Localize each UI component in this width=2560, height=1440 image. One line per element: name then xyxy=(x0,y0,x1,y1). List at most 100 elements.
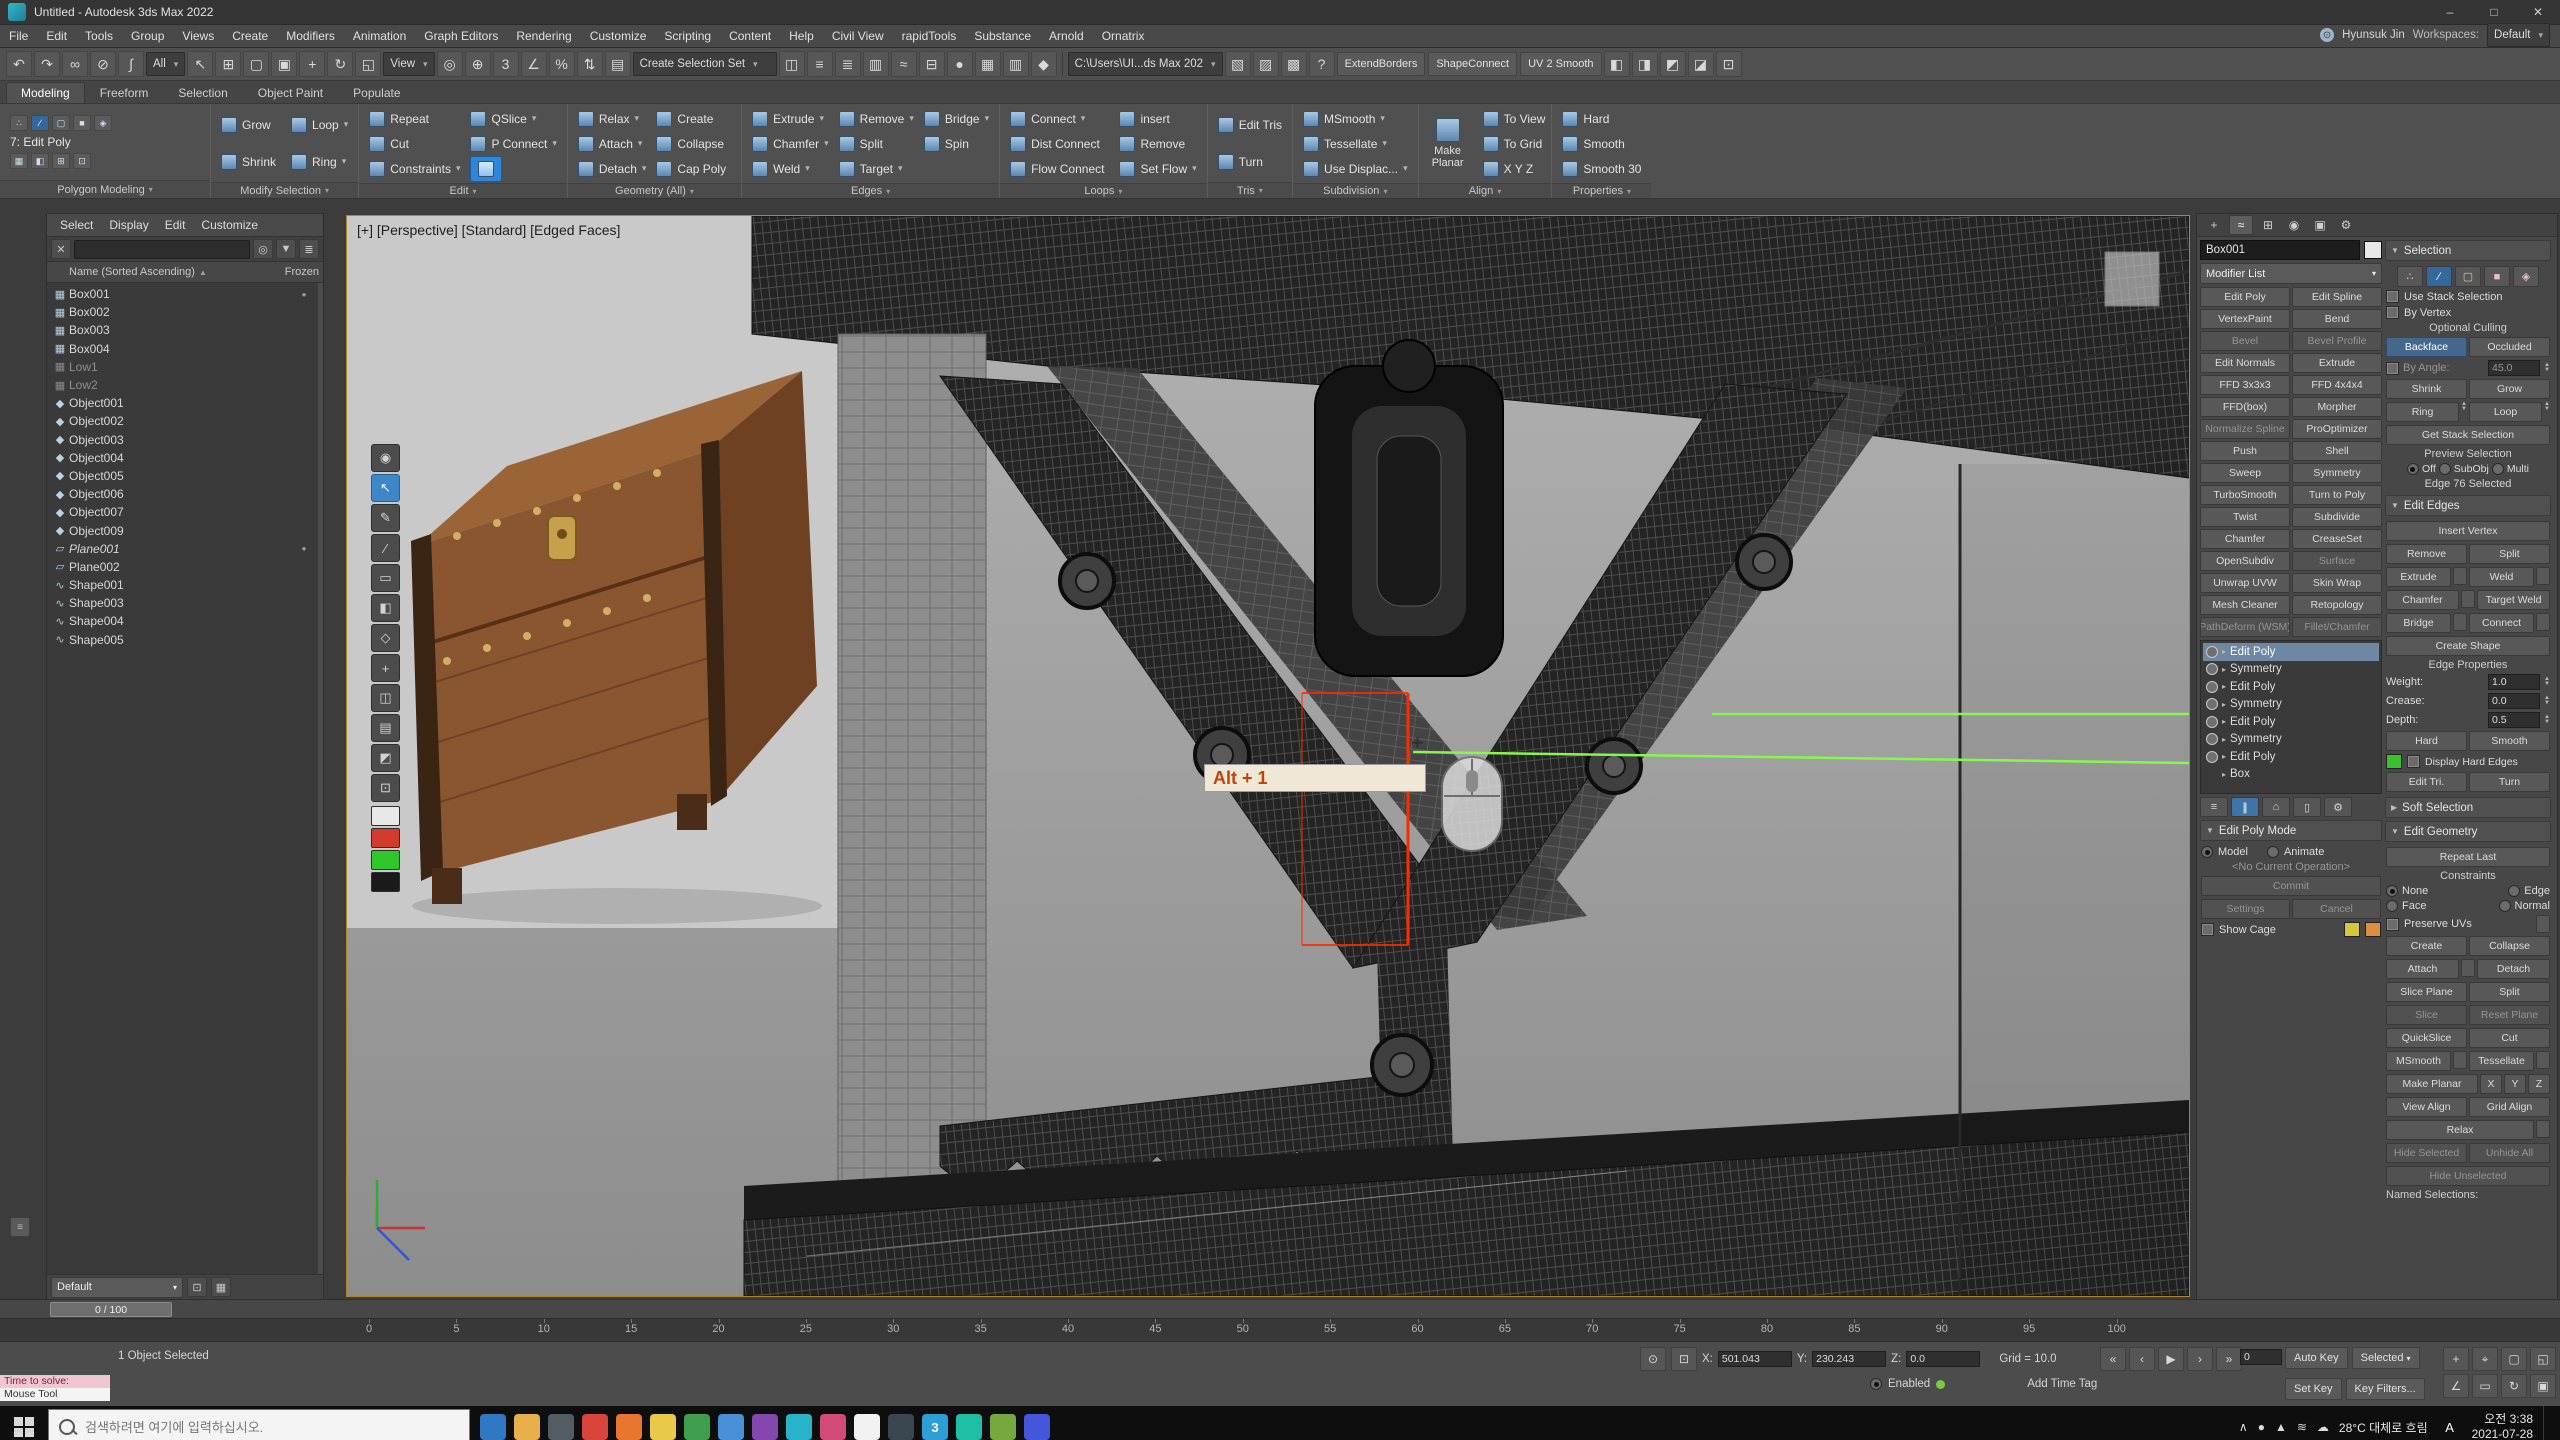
preserve-uvs-settings-button[interactable] xyxy=(2536,915,2550,933)
viewport-nav-icon[interactable]: ◱ xyxy=(2530,1347,2556,1371)
create-shape-button[interactable]: Create Shape xyxy=(2386,636,2550,656)
ribbon-button[interactable]: Spin xyxy=(924,136,989,152)
ribbon-button[interactable]: Constraints▾ xyxy=(369,161,460,177)
object-name-field[interactable]: Box001 xyxy=(2200,240,2360,260)
expand-arrow-icon[interactable]: ▸ xyxy=(2222,665,2226,674)
perspective-viewport[interactable]: [+] [Perspective] [Standard] [Edged Face… xyxy=(346,215,2190,1297)
scene-object-row[interactable]: Box002 xyxy=(47,303,323,321)
menu-item[interactable]: Ornatrix xyxy=(1093,29,1154,43)
viewport-label[interactable]: [+] [Perspective] [Standard] [Edged Face… xyxy=(357,222,620,238)
subobject-polygon-icon[interactable]: ■ xyxy=(73,115,91,131)
ribbon-tab[interactable]: Selection xyxy=(163,82,242,103)
connect-settings-button[interactable] xyxy=(2536,613,2550,631)
z-coord-field[interactable]: 0.0 xyxy=(1906,1351,1980,1367)
viewport-tool-icon[interactable]: ◧ xyxy=(371,594,400,622)
expand-arrow-icon[interactable]: ▸ xyxy=(2222,717,2226,726)
toolbar-icon[interactable]: ▥ xyxy=(863,51,889,77)
create-button[interactable]: Create xyxy=(2386,936,2467,956)
toolbar-icon[interactable]: ◫ xyxy=(779,51,805,77)
cancel-button[interactable]: Cancel xyxy=(2292,899,2381,919)
toolbar-icon[interactable]: % xyxy=(549,51,575,77)
viewport-tool-icon[interactable]: + xyxy=(371,654,400,682)
search-input[interactable] xyxy=(83,1419,459,1436)
modifier-button[interactable]: Fillet/Chamfer xyxy=(2292,617,2382,637)
model-radio[interactable] xyxy=(2201,846,2213,858)
taskbar-app-icon[interactable] xyxy=(514,1414,540,1440)
modifier-button[interactable]: TurboSmooth xyxy=(2200,485,2290,505)
expand-arrow-icon[interactable]: ▸ xyxy=(2222,770,2226,779)
toolbar-icon[interactable]: ▣ xyxy=(271,51,297,77)
playback-icon[interactable]: › xyxy=(2187,1347,2213,1371)
backface-button[interactable]: Backface xyxy=(2386,337,2467,357)
ribbon-button[interactable]: Cap Poly xyxy=(656,161,731,177)
menu-item[interactable]: Tools xyxy=(76,29,122,43)
settings-icon[interactable]: ≣ xyxy=(299,239,319,259)
viewport-tool-icon[interactable]: ◩ xyxy=(371,744,400,772)
ribbon-button[interactable]: Connect▾ xyxy=(1010,111,1109,127)
menu-item[interactable]: Modifiers xyxy=(277,29,344,43)
viewport-tool-icon[interactable]: ◫ xyxy=(371,684,400,712)
get-stack-selection-button[interactable]: Get Stack Selection xyxy=(2386,425,2550,445)
view-align-button[interactable]: View Align xyxy=(2386,1097,2467,1117)
panel-grip[interactable]: ≡ xyxy=(10,1217,30,1237)
preview-subobj-radio[interactable] xyxy=(2439,463,2451,475)
split-button[interactable]: Split xyxy=(2469,544,2550,564)
collapse-stack-icon[interactable]: ◧ xyxy=(31,153,49,169)
angle-spinner[interactable]: ▲▼ xyxy=(2544,363,2550,373)
tray-icon[interactable]: ≋ xyxy=(2297,1420,2307,1434)
ribbon-tab[interactable]: Freeform xyxy=(85,82,164,103)
modifier-button[interactable]: Push xyxy=(2200,441,2290,461)
scene-object-row[interactable]: Object002 xyxy=(47,412,323,430)
insert-vertex-button[interactable]: Insert Vertex xyxy=(2386,521,2550,541)
unhide-all-button[interactable]: Unhide All xyxy=(2469,1143,2550,1163)
viewport-tool-icon[interactable]: ∕ xyxy=(371,534,400,562)
cage-color-swatch[interactable] xyxy=(2344,922,2360,937)
toolbar-icon[interactable]: ◨ xyxy=(1632,51,1658,77)
visibility-eye-icon[interactable] xyxy=(2206,733,2218,745)
key-mode-dropdown[interactable]: Selected ▾ xyxy=(2352,1347,2420,1369)
quickslice-button[interactable]: QuickSlice xyxy=(2386,1028,2467,1048)
modifier-button[interactable]: Bevel xyxy=(2200,331,2290,351)
ring-button[interactable]: Ring xyxy=(2386,402,2459,422)
planar-z-button[interactable]: Z xyxy=(2528,1074,2550,1094)
frozen-dot-icon[interactable]: ● xyxy=(289,544,319,553)
modifier-button[interactable]: Edit Spline xyxy=(2292,287,2382,307)
menu-item[interactable]: Civil View xyxy=(823,29,893,43)
preserve-uvs-checkbox[interactable] xyxy=(2386,918,2399,931)
ribbon-button[interactable]: Attach▾ xyxy=(578,136,647,152)
scene-object-row[interactable]: Plane001 ● xyxy=(47,540,323,558)
color-swatch[interactable] xyxy=(371,828,400,848)
grid-align-button[interactable]: Grid Align xyxy=(2469,1097,2550,1117)
modifier-button[interactable]: Shell xyxy=(2292,441,2382,461)
tray-icon[interactable]: ▲ xyxy=(2275,1420,2287,1434)
ribbon-button[interactable]: Extrude▾ xyxy=(752,111,829,127)
add-time-tag[interactable]: Add Time Tag xyxy=(2027,1378,2097,1390)
command-panel-tab[interactable]: + xyxy=(2203,216,2225,234)
time-slider-track[interactable]: 0 / 100 xyxy=(0,1299,2560,1318)
modifier-button[interactable]: Bevel Profile xyxy=(2292,331,2382,351)
frozen-dot-icon[interactable]: ● xyxy=(289,290,319,299)
taskbar-app-icon[interactable] xyxy=(1024,1414,1050,1440)
soft-selection-rollout-header[interactable]: ▶Soft Selection xyxy=(2385,797,2551,818)
display-hard-edges-checkbox[interactable] xyxy=(2407,755,2420,768)
modifier-button[interactable]: Retopology xyxy=(2292,595,2382,615)
listener-line[interactable]: Mouse Tool xyxy=(0,1388,110,1401)
scene-object-row[interactable]: Box004 xyxy=(47,340,323,358)
msmooth-settings-button[interactable] xyxy=(2453,1051,2467,1069)
menu-item[interactable]: Content xyxy=(720,29,780,43)
modifier-button[interactable]: Unwrap UVW xyxy=(2200,573,2290,593)
ribbon-tab[interactable]: Modeling xyxy=(6,82,85,103)
taskbar-app-icon[interactable] xyxy=(718,1414,744,1440)
expand-arrow-icon[interactable]: ▸ xyxy=(2222,700,2226,709)
modifier-button[interactable]: FFD 4x4x4 xyxy=(2292,375,2382,395)
tray-icon[interactable]: ● xyxy=(2258,1420,2265,1434)
modifier-button[interactable]: ProOptimizer xyxy=(2292,419,2382,439)
ribbon-button[interactable]: Edit Tris xyxy=(1218,117,1282,133)
ribbon-button[interactable]: Smooth xyxy=(1562,136,1641,152)
attach-settings-button[interactable] xyxy=(2461,959,2475,977)
macro-recorder-line[interactable]: Time to solve: xyxy=(0,1375,110,1388)
modifier-button[interactable]: Turn to Poly xyxy=(2292,485,2382,505)
modifier-button[interactable]: Subdivide xyxy=(2292,507,2382,527)
depth-spinner[interactable]: ▲▼ xyxy=(2544,715,2550,725)
polygon-subobject-icon[interactable]: ■ xyxy=(2484,266,2510,287)
